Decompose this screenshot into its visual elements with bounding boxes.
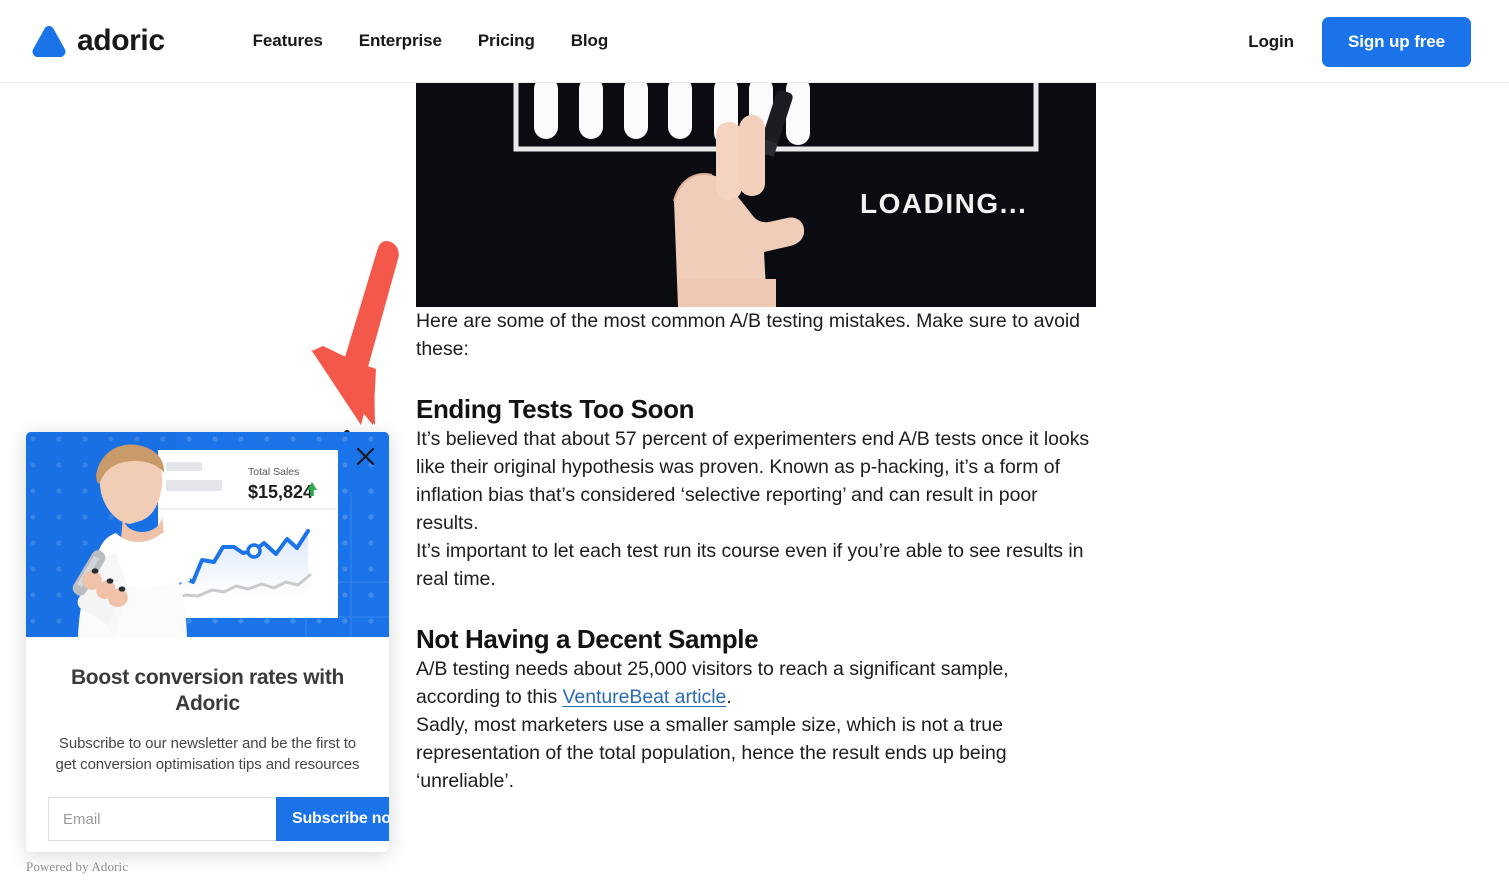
brand-logo-link[interactable]: adoric xyxy=(32,24,165,58)
adoric-triangle-logo-icon xyxy=(32,25,66,58)
hero-image-loading: LOADING... xyxy=(416,83,1096,307)
page-root: adoric Features Enterprise Pricing Blog … xyxy=(0,0,1509,881)
article-content: LOADING... Here are some of the most com… xyxy=(416,83,1096,795)
article-heading-ending-tests: Ending Tests Too Soon xyxy=(416,394,695,424)
article-intro-paragraph: Here are some of the most common A/B tes… xyxy=(416,310,1080,360)
loading-caption-text: LOADING... xyxy=(860,188,1027,219)
signup-free-button[interactable]: Sign up free xyxy=(1321,16,1471,67)
venturebeat-article-link[interactable]: VentureBeat article xyxy=(563,686,727,708)
popup-card-value: $15,824 xyxy=(248,482,313,502)
red-down-left-arrow-icon xyxy=(311,241,399,436)
annotation-arrow xyxy=(300,235,420,440)
loading-illustration-icon: LOADING... xyxy=(416,83,1096,307)
primary-navigation: Features Enterprise Pricing Blog xyxy=(235,21,626,61)
nav-item-enterprise[interactable]: Enterprise xyxy=(341,21,460,61)
brand-wordmark: adoric xyxy=(77,24,165,57)
article-heading-decent-sample: Not Having a Decent Sample xyxy=(416,624,759,654)
article-paragraph-1: It’s believed that about 57 percent of e… xyxy=(416,428,1090,534)
subscribe-now-button[interactable]: Subscribe now xyxy=(276,797,389,841)
popup-card-label: Total Sales xyxy=(248,466,299,478)
email-input[interactable] xyxy=(48,797,276,841)
header-actions: Login Sign up free xyxy=(1248,0,1471,83)
article-paragraph-4: Sadly, most marketers use a smaller samp… xyxy=(416,714,1007,792)
popup-subtitle: Subscribe to our newsletter and be the f… xyxy=(55,735,360,773)
article-paragraph-3-text-after: . xyxy=(726,686,732,708)
nav-item-blog[interactable]: Blog xyxy=(553,21,626,61)
popup-body: Boost conversion rates with Adoric Subsc… xyxy=(26,637,389,841)
newsletter-popup: Total Sales $15,824 Boost conversion rat… xyxy=(26,432,389,852)
popup-title: Boost conversion rates with Adoric xyxy=(70,666,345,715)
popup-hero-image: Total Sales $15,824 xyxy=(26,432,389,637)
nav-item-features[interactable]: Features xyxy=(235,21,341,61)
article-paragraph-2: It’s important to let each test run its … xyxy=(416,540,1084,590)
popup-close-button[interactable] xyxy=(349,440,381,472)
login-link[interactable]: Login xyxy=(1248,32,1294,52)
nav-item-pricing[interactable]: Pricing xyxy=(460,21,553,61)
popup-hero-illustration-icon: Total Sales $15,824 xyxy=(26,432,389,637)
article-paragraph-3: A/B testing needs about 25,000 visitors … xyxy=(416,655,1096,711)
newsletter-form: Subscribe now xyxy=(48,797,389,841)
site-header: adoric Features Enterprise Pricing Blog … xyxy=(0,0,1509,83)
close-x-icon xyxy=(356,447,374,465)
powered-by-label: Powered by Adoric xyxy=(26,859,129,874)
